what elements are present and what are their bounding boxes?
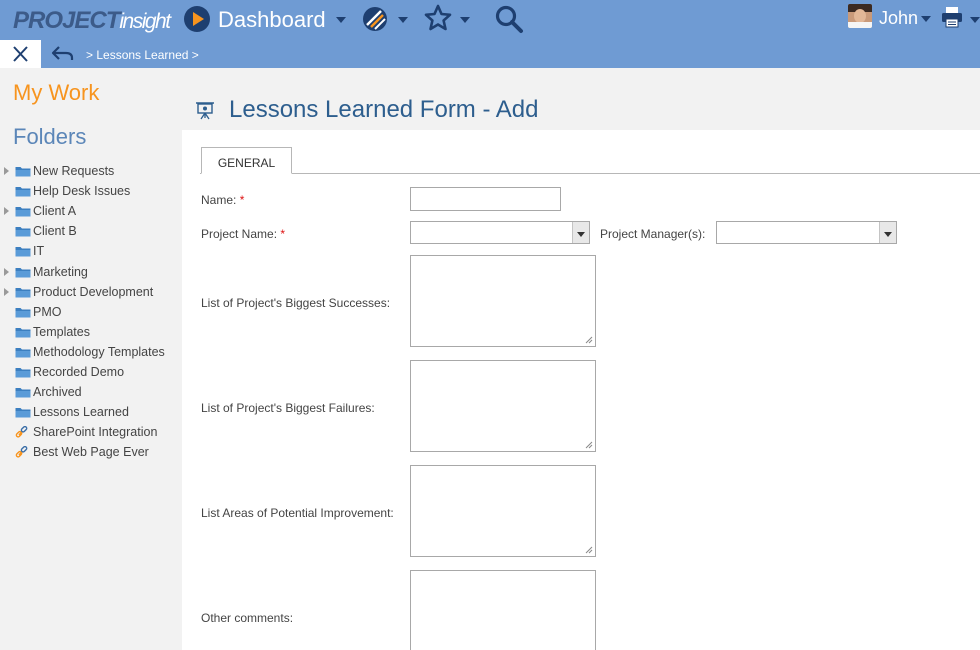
sidebar-item-label: Help Desk Issues bbox=[33, 184, 131, 199]
dashboard-chevron-down-icon[interactable] bbox=[336, 17, 346, 23]
required-mark: * bbox=[239, 193, 245, 207]
sidebar-item-label: Archived bbox=[33, 385, 82, 400]
sidebar-item-label: IT bbox=[33, 244, 45, 259]
sidebar-item-label: Client B bbox=[33, 224, 77, 239]
successes-textarea[interactable] bbox=[410, 255, 596, 347]
tab-general[interactable]: GENERAL bbox=[201, 147, 292, 174]
printer-icon[interactable] bbox=[940, 5, 964, 29]
close-icon bbox=[13, 46, 28, 62]
logo-text-project: PROJECT bbox=[13, 7, 120, 34]
folder-icon bbox=[15, 287, 31, 298]
failures-textarea[interactable] bbox=[410, 360, 596, 452]
sidebar-item-label: Best Web Page Ever bbox=[33, 445, 149, 460]
folder-icon bbox=[15, 187, 31, 197]
project-managers-label: Project Manager(s): bbox=[600, 227, 706, 241]
folder-icon bbox=[15, 327, 31, 338]
folder-icon bbox=[15, 267, 31, 277]
folder-icon bbox=[15, 388, 31, 398]
sidebar-item-label: PMO bbox=[33, 304, 62, 319]
sidebar-item-label: Client A bbox=[33, 204, 77, 219]
folder-icon bbox=[15, 247, 31, 257]
resize-grip-icon[interactable] bbox=[585, 441, 593, 449]
user-avatar[interactable] bbox=[848, 4, 872, 28]
improvement-textarea[interactable] bbox=[410, 465, 596, 557]
successes-label: List of Project's Biggest Successes: bbox=[201, 296, 391, 310]
folder-icon bbox=[15, 207, 31, 217]
folder-icon bbox=[15, 167, 31, 177]
required-mark: * bbox=[280, 227, 286, 241]
back-arrow-icon[interactable] bbox=[50, 44, 76, 64]
chevron-down-icon bbox=[577, 232, 585, 237]
sidebar-item-label: Product Development bbox=[33, 284, 154, 299]
sidebar-item-label: Recorded Demo bbox=[33, 365, 125, 379]
expand-arrow-icon[interactable] bbox=[4, 287, 9, 296]
form-presentation-icon bbox=[196, 102, 214, 120]
dashboard-play-icon[interactable] bbox=[184, 6, 210, 32]
expand-arrow-icon[interactable] bbox=[4, 207, 9, 216]
project-ball-icon[interactable] bbox=[362, 6, 388, 32]
search-icon[interactable] bbox=[494, 4, 524, 34]
improvement-label: List Areas of Potential Improvement: bbox=[201, 506, 394, 520]
sidebar-item-label: Lessons Learned bbox=[33, 405, 129, 420]
resize-grip-icon[interactable] bbox=[585, 336, 593, 344]
chevron-down-icon bbox=[884, 232, 892, 237]
project-insight-logo[interactable]: PROJECTinsight bbox=[13, 7, 171, 35]
expand-arrow-icon[interactable] bbox=[4, 167, 9, 175]
name-input[interactable] bbox=[410, 187, 561, 211]
project-managers-dropdown-button[interactable] bbox=[879, 222, 896, 243]
dashboard-menu-label[interactable]: Dashboard bbox=[218, 7, 326, 33]
project-managers-select[interactable] bbox=[716, 221, 897, 244]
printer-chevron-down-icon[interactable] bbox=[970, 17, 980, 23]
sidebar-item-label: Templates bbox=[33, 324, 90, 339]
close-button[interactable] bbox=[0, 40, 41, 68]
name-label-text: Name: bbox=[201, 193, 237, 207]
project-name-select[interactable] bbox=[410, 221, 590, 244]
page-title: Lessons Learned Form - Add bbox=[229, 96, 539, 123]
folder-icon bbox=[15, 307, 31, 318]
my-work-link[interactable]: My Work bbox=[13, 80, 99, 106]
comments-textarea[interactable] bbox=[410, 570, 596, 650]
sidebar: My Work Folders bbox=[0, 68, 182, 650]
project-chevron-down-icon[interactable] bbox=[398, 17, 408, 23]
failures-label: List of Project's Biggest Failures: bbox=[201, 401, 375, 415]
project-name-label-text: Project Name: bbox=[201, 227, 278, 241]
folder-icon bbox=[15, 408, 31, 418]
project-name-label: Project Name: * bbox=[201, 227, 285, 241]
comments-label: Other comments: bbox=[201, 611, 294, 625]
expand-arrow-icon[interactable] bbox=[4, 267, 9, 276]
link-icon bbox=[15, 426, 28, 438]
folder-icon bbox=[15, 368, 31, 378]
favorites-star-icon[interactable] bbox=[424, 4, 452, 32]
user-chevron-down-icon[interactable] bbox=[921, 16, 931, 22]
project-name-dropdown-button[interactable] bbox=[572, 222, 589, 243]
resize-grip-icon[interactable] bbox=[585, 546, 593, 554]
folder-icon bbox=[15, 227, 31, 237]
secondary-bar: > Lessons Learned > bbox=[0, 40, 980, 68]
tab-divider bbox=[200, 173, 980, 174]
favorites-chevron-down-icon[interactable] bbox=[460, 17, 470, 23]
sidebar-item-label: Marketing bbox=[33, 264, 88, 279]
link-icon bbox=[15, 446, 28, 458]
breadcrumb[interactable]: > Lessons Learned > bbox=[86, 48, 199, 62]
folders-heading: Folders bbox=[13, 124, 87, 149]
sidebar-item-label: Methodology Templates bbox=[33, 344, 165, 359]
user-name[interactable]: John bbox=[879, 8, 918, 29]
name-label: Name: * bbox=[201, 193, 244, 207]
logo-text-insight: insight bbox=[119, 10, 171, 33]
top-navigation-bar: PROJECTinsight Dashboard John bbox=[0, 0, 980, 40]
folder-icon bbox=[15, 347, 31, 358]
sidebar-item-label: SharePoint Integration bbox=[33, 425, 158, 440]
sidebar-item-label: New Requests bbox=[33, 164, 115, 178]
